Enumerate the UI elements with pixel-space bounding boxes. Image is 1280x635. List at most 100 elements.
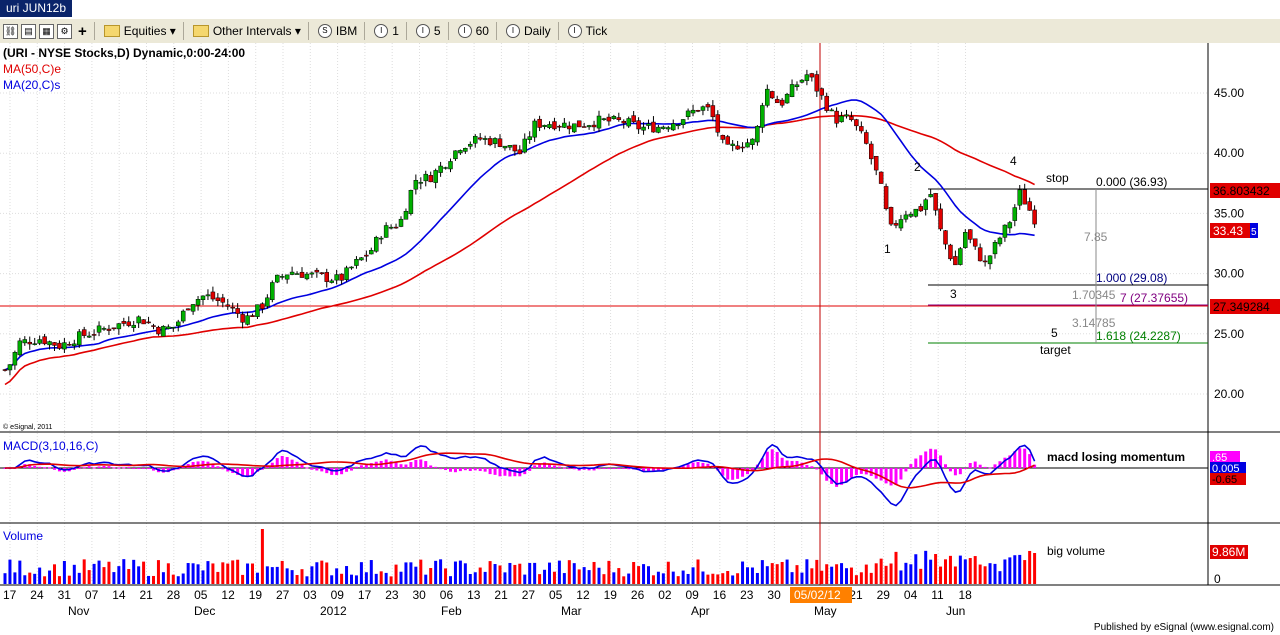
candle-body <box>81 329 87 336</box>
toolbar-separator <box>557 22 559 40</box>
volume-bar <box>369 560 373 584</box>
add-button[interactable]: + <box>74 21 91 41</box>
macd-hist-bar <box>978 464 982 468</box>
date-tick-label: 21 <box>494 588 508 602</box>
ma20-label[interactable]: MA(20,C)s <box>3 78 60 92</box>
fib-0-label[interactable]: 0.000 (36.93) <box>1096 175 1167 189</box>
date-tick-label: 17 <box>3 588 17 602</box>
volume-bar <box>196 564 200 584</box>
month-label: 2012 <box>320 604 347 618</box>
wave-3-label[interactable]: 3 <box>950 287 957 301</box>
candle-body <box>364 254 369 257</box>
date-tick-label: 05 <box>549 588 563 602</box>
macd-label[interactable]: MACD(3,10,16,C) <box>3 439 98 453</box>
macd-hist-bar <box>770 449 774 468</box>
macd-hist-bar <box>300 464 304 468</box>
other-intervals-dropdown[interactable]: Other Intervals ▾ <box>189 21 305 41</box>
volume-bar <box>166 563 170 584</box>
interval-icon: I <box>374 24 389 38</box>
volume-bar <box>23 575 27 584</box>
macd-hist-bar <box>463 468 467 471</box>
volume-bar <box>795 565 799 584</box>
volume-bar <box>755 572 759 584</box>
volume-bar <box>820 570 824 584</box>
ma50-label[interactable]: MA(50,C)e <box>3 62 61 76</box>
volume-bar <box>33 573 37 584</box>
link-icon[interactable]: ⛓ <box>3 23 18 39</box>
candle-body <box>680 119 686 125</box>
interval-tick-button[interactable]: I Tick <box>564 21 612 41</box>
volume-bar <box>498 565 502 584</box>
symbol-ibm-button[interactable]: S IBM <box>314 21 361 41</box>
candle-body <box>487 138 493 146</box>
interval-icon: I <box>457 24 472 38</box>
interval-5-button[interactable]: I5 <box>412 21 445 41</box>
wave-2-label[interactable]: 2 <box>914 160 921 174</box>
volume-bar <box>206 561 210 584</box>
candle-body <box>557 125 562 128</box>
fib-ext-2-label[interactable]: 1.618 (24.2287) <box>1096 329 1181 343</box>
window-tab[interactable]: uri JUN12b <box>0 0 73 17</box>
volume-bar <box>538 574 542 584</box>
chart-header: (URI - NYSE Stocks,D) Dynamic,0:00-24:00 <box>3 46 245 60</box>
macd-note[interactable]: macd losing momentum <box>1047 450 1185 464</box>
interval-daily-button[interactable]: I Daily <box>502 21 555 41</box>
macd-hist-bar <box>191 462 195 468</box>
candle-body <box>245 315 250 325</box>
macd-hist-bar <box>310 468 314 470</box>
chart-area[interactable]: (URI - NYSE Stocks,D) Dynamic,0:00-24:00… <box>0 43 1280 635</box>
macd-hist-bar <box>934 449 938 468</box>
volume-bar <box>726 571 730 584</box>
interval-1-button[interactable]: I1 <box>370 21 403 41</box>
macd-hist-bar <box>607 467 611 469</box>
target-label[interactable]: target <box>1040 343 1071 357</box>
volume-bar <box>38 567 42 584</box>
volume-bar <box>750 567 754 584</box>
volume-bar <box>260 529 264 584</box>
candle-body <box>250 315 255 318</box>
chart-icon[interactable]: ▤ <box>21 23 36 39</box>
volume-bar <box>434 560 438 584</box>
volume-bar <box>142 561 146 584</box>
macd-hist-bar <box>914 458 918 468</box>
interval-60-button[interactable]: I 60 <box>454 21 493 41</box>
volume-bar <box>57 576 61 584</box>
candle-body <box>369 250 374 255</box>
fib-ratio-1-label[interactable]: 1.70345 <box>1072 288 1116 302</box>
date-tick-label: 11 <box>931 588 944 602</box>
month-label: Jun <box>946 604 965 618</box>
volume-bar <box>211 563 215 584</box>
candle-body <box>210 291 216 300</box>
stop-label[interactable]: stop <box>1046 171 1069 185</box>
candle-body <box>631 115 636 123</box>
candle-body <box>230 306 235 309</box>
fib-1-label[interactable]: 1.000 (29.08) <box>1096 271 1167 285</box>
candle-body <box>972 238 978 247</box>
candle-body <box>398 218 404 227</box>
volume-bar <box>493 564 497 584</box>
candle-body <box>745 142 750 148</box>
fib-ratio-2-label[interactable]: 3.14785 <box>1072 316 1116 330</box>
macd-hist-bar <box>102 465 106 468</box>
volume-label[interactable]: Volume <box>3 529 43 543</box>
candle-body <box>428 175 433 183</box>
candle-body <box>270 282 275 300</box>
wave-1-label[interactable]: 1 <box>884 242 891 256</box>
fib-range-label[interactable]: 7.85 <box>1084 230 1108 244</box>
equities-dropdown[interactable]: Equities ▾ <box>100 21 180 41</box>
volume-bar <box>775 564 779 584</box>
volume-note[interactable]: big volume <box>1047 544 1105 558</box>
fib-ext-1-label[interactable]: 7 (27.37655) <box>1120 291 1188 305</box>
wave-5-label[interactable]: 5 <box>1051 326 1058 340</box>
candle-body <box>176 321 181 327</box>
volume-bar <box>354 575 358 584</box>
wave-4-label[interactable]: 4 <box>1010 154 1017 168</box>
candle-body <box>185 308 191 311</box>
volume-bar <box>43 576 47 584</box>
candle-body <box>260 303 265 310</box>
candle-body <box>656 126 661 133</box>
page-icon[interactable]: ▦ <box>39 23 54 39</box>
volume-bar <box>1028 550 1032 584</box>
candle-body <box>497 138 503 147</box>
properties-icon[interactable]: ⚙ <box>57 23 72 39</box>
